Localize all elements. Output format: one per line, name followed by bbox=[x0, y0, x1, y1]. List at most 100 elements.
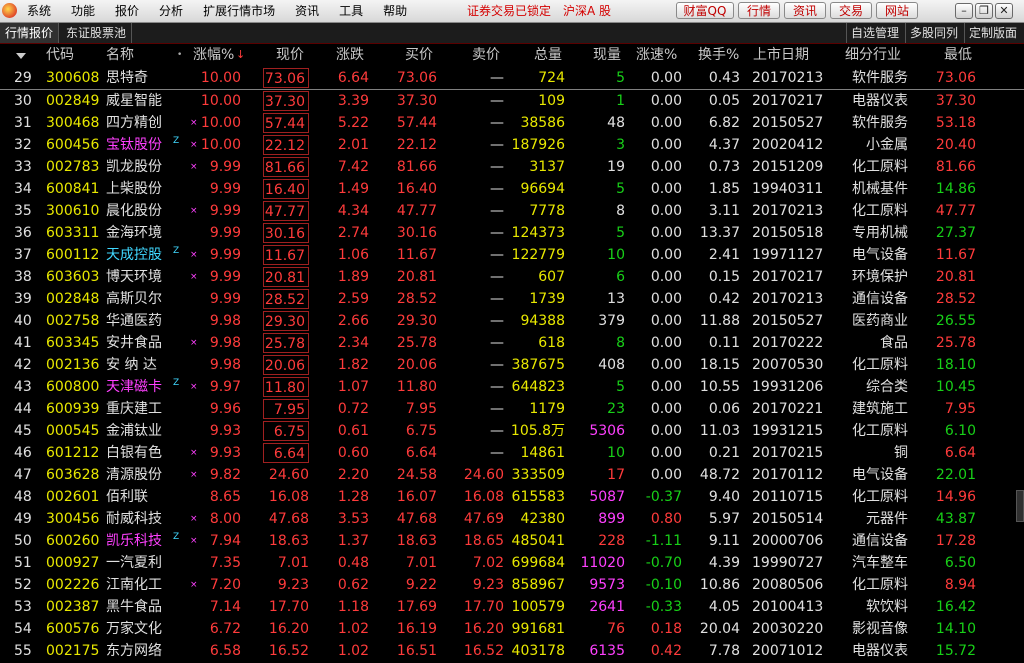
cell-cur: 8 bbox=[616, 203, 625, 219]
cell-bid: 25.78 bbox=[396, 335, 437, 351]
table-row[interactable]: 54 600576 万家文化 6.72 16.20 1.02 16.19 16.20 99168… bbox=[0, 618, 1024, 640]
menu-item-7[interactable]: 帮助 bbox=[383, 0, 407, 22]
cell-turn: 20.04 bbox=[699, 621, 740, 637]
col-header-0[interactable]: 代码 bbox=[46, 44, 74, 66]
table-row[interactable]: 38 603603 博天环境 × 9.99 20.81 1.89 20.81 — 607 6 0.00… bbox=[0, 266, 1024, 288]
table-row[interactable]: 50 600260 凯乐科技 × 7.94 18.63 1.37 18.63 18.65 4850… bbox=[0, 530, 1024, 552]
col-header-1[interactable]: 名称 bbox=[106, 44, 134, 66]
toolbar-button-3[interactable]: 交易 bbox=[830, 2, 872, 19]
cell-date: 19971127 bbox=[752, 247, 824, 263]
toolbar-button-1[interactable]: 行情 bbox=[738, 2, 780, 19]
col-header-3[interactable]: 涨幅% bbox=[193, 44, 234, 66]
col-header-8[interactable]: 总量 bbox=[534, 44, 562, 66]
table-row[interactable]: 51 000927 一汽夏利 7.35 7.01 0.48 7.01 7.02 699684 11… bbox=[0, 552, 1024, 574]
close-icon[interactable]: ✕ bbox=[995, 3, 1013, 19]
cell-cur: 10 bbox=[607, 445, 625, 461]
cell-diff: 1.89 bbox=[337, 269, 369, 285]
cell-ask: — bbox=[490, 291, 504, 307]
cell-diff: 1.82 bbox=[337, 357, 369, 373]
cell-date: 20071012 bbox=[752, 643, 824, 659]
minimize-icon[interactable]: – bbox=[955, 3, 973, 19]
table-row[interactable]: 46 601212 白银有色 × 9.93 6.64 0.60 6.64 — 14861 10 0.0… bbox=[0, 442, 1024, 464]
cell-price: 11.80 bbox=[263, 377, 309, 397]
table-row[interactable]: 52 002226 江南化工 × 7.20 9.23 0.62 9.22 9.23 858967 9… bbox=[0, 574, 1024, 596]
col-header-6[interactable]: 买价 bbox=[405, 44, 433, 66]
cell-chg: 6.72 bbox=[209, 621, 241, 637]
toolbar-button-2[interactable]: 资讯 bbox=[784, 2, 826, 19]
cell-speed: 0.00 bbox=[650, 181, 682, 197]
cell-name: 耐威科技 bbox=[106, 511, 162, 527]
table-row[interactable]: 33 002783 凯龙股份 × 9.99 81.66 7.42 81.66 — 3137 19 0.… bbox=[0, 156, 1024, 178]
menu-item-2[interactable]: 报价 bbox=[115, 0, 139, 22]
cell-ask: — bbox=[490, 401, 504, 417]
table-row[interactable]: 55 002175 东方网络 6.58 16.52 1.02 16.51 16.52 40317… bbox=[0, 640, 1024, 662]
cell-low: 73.06 bbox=[935, 70, 976, 86]
market-selector[interactable]: 沪深A 股 bbox=[563, 0, 611, 22]
cell-turn: 4.05 bbox=[708, 599, 740, 615]
table-row[interactable]: 43 600800 天津磁卡 × 9.97 11.80 1.07 11.80 — 644823 5 0… bbox=[0, 376, 1024, 398]
table-row[interactable]: 39 002848 高斯贝尔 9.99 28.52 2.59 28.52 — 1739 13 0.0… bbox=[0, 288, 1024, 310]
table-row[interactable]: 40 002758 华通医药 9.98 29.30 2.66 29.30 — 94388 379 0… bbox=[0, 310, 1024, 332]
cell-code: 000545 bbox=[46, 423, 100, 439]
toolbar-button-0[interactable]: 财富QQ bbox=[676, 2, 734, 19]
col-header-13[interactable]: 细分行业 bbox=[845, 44, 901, 66]
menu-item-1[interactable]: 功能 bbox=[71, 0, 95, 22]
menu-item-3[interactable]: 分析 bbox=[159, 0, 183, 22]
custom-layout-tab[interactable]: 定制版面 bbox=[964, 23, 1021, 43]
cell-code: 600576 bbox=[46, 621, 100, 637]
table-row[interactable]: 29 300608 思特奇 10.00 73.06 6.64 73.06 — 724 5 0.00 0… bbox=[0, 67, 1024, 90]
row-number: 55 bbox=[14, 643, 32, 659]
col-header-10[interactable]: 涨速% bbox=[636, 44, 677, 66]
col-header-2[interactable]: • bbox=[177, 44, 182, 66]
cell-price: 81.66 bbox=[263, 157, 309, 177]
scrollbar[interactable] bbox=[1016, 490, 1024, 522]
cell-bid: 30.16 bbox=[396, 225, 437, 241]
table-row[interactable]: 34 600841 上柴股份 9.99 16.40 1.49 16.40 — 96694 5 0.0… bbox=[0, 178, 1024, 200]
table-row[interactable]: 42 002136 安 纳 达 9.98 20.06 1.82 20.06 — 387675 40… bbox=[0, 354, 1024, 376]
table-row[interactable]: 32 600456 宝钛股份 × 10.00 22.12 2.01 22.12 — 187926 3… bbox=[0, 134, 1024, 156]
table-row[interactable]: 49 300456 耐威科技 × 8.00 47.68 3.53 47.68 47.69 4238… bbox=[0, 508, 1024, 530]
toolbar-button-4[interactable]: 网站 bbox=[876, 2, 918, 19]
multi-stock-tab[interactable]: 多股同列 bbox=[905, 23, 962, 43]
cell-speed: 0.00 bbox=[650, 269, 682, 285]
menu-item-4[interactable]: 扩展行情市场 bbox=[203, 0, 275, 22]
col-header-12[interactable]: 上市日期 bbox=[753, 44, 809, 66]
table-row[interactable]: 47 603628 清源股份 × 9.82 24.60 2.20 24.58 24.60 3335… bbox=[0, 464, 1024, 486]
watchlist-manage-tab[interactable]: 自选管理 bbox=[846, 23, 903, 43]
margin-flag-icon: Z bbox=[173, 378, 180, 388]
menu-item-5[interactable]: 资讯 bbox=[295, 0, 319, 22]
cell-ask: — bbox=[490, 93, 504, 109]
cell-ask: 18.65 bbox=[463, 533, 504, 549]
cell-ind: 铜 bbox=[894, 445, 908, 461]
cell-turn: 0.42 bbox=[708, 291, 740, 307]
menu-item-6[interactable]: 工具 bbox=[339, 0, 363, 22]
cell-chg: 8.00 bbox=[209, 511, 241, 527]
trade-lock-status: 证券交易已锁定 bbox=[467, 4, 552, 18]
col-header-7[interactable]: 卖价 bbox=[472, 44, 500, 66]
col-header-5[interactable]: 涨跌 bbox=[336, 44, 364, 66]
sort-dropdown-icon[interactable] bbox=[16, 53, 26, 59]
table-row[interactable]: 36 603311 金海环境 9.99 30.16 2.74 30.16 — 124373 5 0.… bbox=[0, 222, 1024, 244]
cell-vol: 38586 bbox=[520, 115, 565, 131]
table-row[interactable]: 45 000545 金浦钛业 9.93 6.75 0.61 6.75 — 105.8万 5306 0… bbox=[0, 420, 1024, 442]
restore-icon[interactable]: ❐ bbox=[975, 3, 993, 19]
col-header-11[interactable]: 换手% bbox=[698, 44, 739, 66]
table-row[interactable]: 35 300610 晨化股份 × 9.99 47.77 4.34 47.77 — 7778 8 0.0… bbox=[0, 200, 1024, 222]
table-row[interactable]: 48 002601 佰利联 8.65 16.08 1.28 16.07 16.08 615583… bbox=[0, 486, 1024, 508]
table-row[interactable]: 31 300468 四方精创 × 10.00 57.44 5.22 57.44 — 38586 48… bbox=[0, 112, 1024, 134]
row-number: 54 bbox=[14, 621, 32, 637]
cell-price: 25.78 bbox=[263, 333, 309, 353]
menu-item-0[interactable]: 系统 bbox=[27, 0, 51, 22]
tab-quotes[interactable]: 行情报价 bbox=[0, 23, 60, 43]
cell-cur: 10 bbox=[607, 247, 625, 263]
table-row[interactable]: 53 002387 黑牛食品 7.14 17.70 1.18 17.69 17.70 10057… bbox=[0, 596, 1024, 618]
col-header-9[interactable]: 现量 bbox=[593, 44, 621, 66]
col-header-14[interactable]: 最低 bbox=[944, 44, 972, 66]
table-row[interactable]: 30 002849 威星智能 10.00 37.30 3.39 37.30—109 1 0.00… bbox=[0, 90, 1024, 112]
col-header-4[interactable]: 现价 bbox=[276, 44, 304, 66]
table-row[interactable]: 44 600939 重庆建工 9.96 7.95 0.72 7.95 — 1179 23 0.00 0… bbox=[0, 398, 1024, 420]
table-row[interactable]: 41 603345 安井食品 × 9.98 25.78 2.34 25.78 — 618 8 0.00… bbox=[0, 332, 1024, 354]
cell-turn: 9.11 bbox=[708, 533, 740, 549]
table-row[interactable]: 37 600112 天成控股 × 9.99 11.67 1.06 11.67 — 122779 10… bbox=[0, 244, 1024, 266]
tab-stock-pool[interactable]: 东证股票池 bbox=[61, 23, 133, 43]
